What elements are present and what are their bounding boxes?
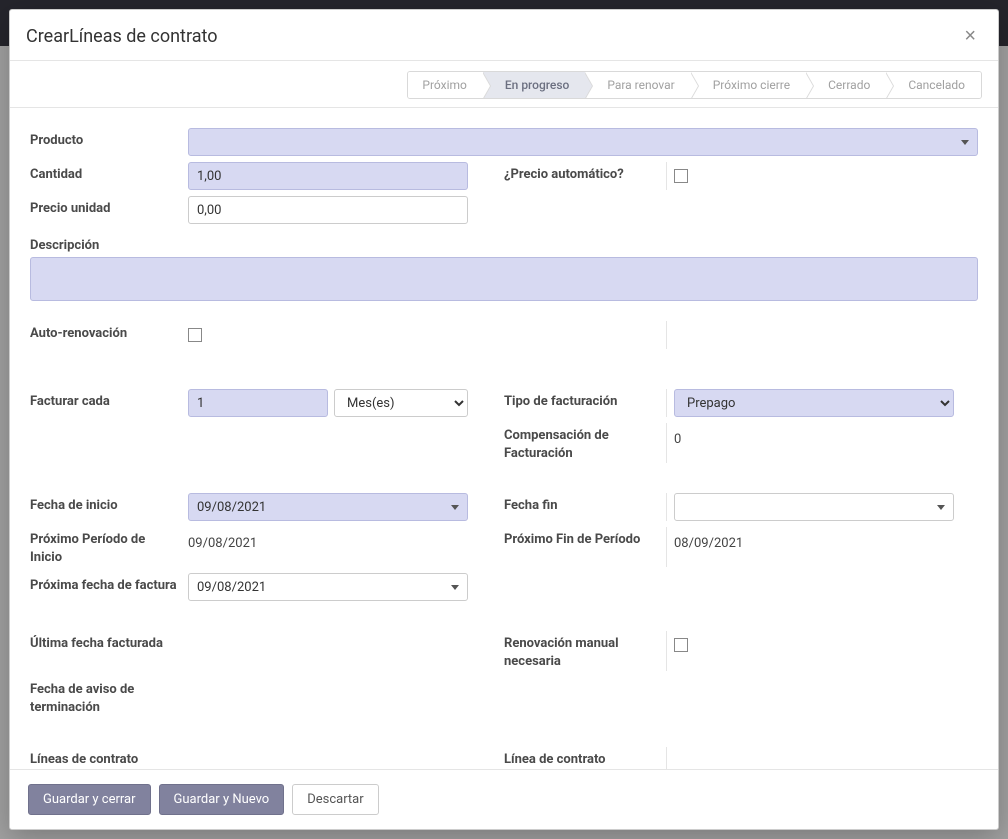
chevron-down-icon — [937, 505, 945, 510]
label-linea-predecesora: Líneas de contrato predecesora — [30, 747, 188, 769]
label-precio-automatico: ¿Precio automático? — [504, 162, 654, 184]
label-proximo-periodo-inicio: Próximo Período de Inicio — [30, 527, 188, 567]
fecha-fin-datepicker[interactable] — [674, 493, 954, 521]
status-step-proximo-cierre[interactable]: Próximo cierre — [691, 72, 806, 98]
close-button[interactable]: × — [958, 24, 982, 48]
status-step-en-progreso[interactable]: En progreso — [483, 72, 585, 98]
close-icon: × — [964, 25, 976, 47]
descripcion-textarea[interactable] — [30, 257, 978, 301]
row-ultima-renovacion: Última fecha facturada Renovación manual… — [30, 631, 978, 671]
row-cantidad-precioauto: Cantidad ¿Precio automático? — [30, 162, 978, 190]
label-tipo-facturacion: Tipo de facturación — [504, 389, 654, 411]
label-fecha-inicio: Fecha de inicio — [30, 493, 188, 515]
proxima-fecha-factura-datepicker[interactable]: 09/08/2021 — [188, 573, 468, 601]
fecha-inicio-value: 09/08/2021 — [197, 500, 266, 515]
row-proximo-periodo: Próximo Período de Inicio 09/08/2021 Pró… — [30, 527, 978, 567]
row-auto-renovacion: Auto-renovación — [30, 321, 978, 349]
status-step-cancelado[interactable]: Cancelado — [886, 72, 981, 98]
label-proximo-fin-periodo: Próximo Fin de Período — [504, 527, 654, 549]
status-bar: Próximo En progreso Para renovar Próximo… — [10, 61, 998, 108]
row-lineas-pred-suc: Líneas de contrato predecesora Línea de … — [30, 747, 978, 769]
save-and-close-button[interactable]: Guardar y cerrar — [28, 784, 151, 815]
label-ultima-fecha-facturada: Última fecha facturada — [30, 631, 188, 653]
modal-body: Producto Cantidad ¿Precio automático? — [10, 108, 998, 769]
row-descripcion: Descripción — [30, 238, 978, 305]
status-step-cerrado[interactable]: Cerrado — [806, 72, 886, 98]
status-step-proximo[interactable]: Próximo — [408, 72, 482, 98]
label-facturar-cada: Facturar cada — [30, 389, 188, 411]
row-facturar-tipo: Facturar cada Mes(es) Tipo de facturació… — [30, 389, 978, 417]
create-contract-line-modal: CrearLíneas de contrato × Próximo En pro… — [9, 9, 999, 830]
chevron-down-icon — [451, 585, 459, 590]
row-precio-unidad: Precio unidad — [30, 196, 978, 224]
row-fecha-aviso-terminacion: Fecha de aviso de terminación — [30, 677, 978, 717]
modal-footer: Guardar y cerrar Guardar y Nuevo Descart… — [10, 769, 998, 829]
label-proxima-fecha-factura: Próxima fecha de factura — [30, 573, 188, 595]
chevron-down-icon — [451, 505, 459, 510]
auto-renovacion-checkbox[interactable] — [188, 328, 202, 342]
facturar-cada-unit-select[interactable]: Mes(es) — [334, 389, 468, 417]
label-fecha-aviso-terminacion: Fecha de aviso de terminación — [30, 677, 188, 717]
proxima-fecha-factura-value: 09/08/2021 — [197, 580, 266, 595]
label-fecha-fin: Fecha fin — [504, 493, 654, 515]
row-proxima-fecha-factura: Próxima fecha de factura 09/08/2021 — [30, 573, 978, 601]
proximo-periodo-inicio-value: 09/08/2021 — [188, 532, 257, 551]
label-descripcion: Descripción — [30, 238, 978, 253]
modal-header: CrearLíneas de contrato × — [10, 10, 998, 61]
tipo-facturacion-select[interactable]: Prepago — [674, 389, 954, 417]
facturar-cada-number-input[interactable] — [188, 389, 328, 417]
row-producto: Producto — [30, 128, 978, 156]
label-producto: Producto — [30, 128, 188, 156]
renovacion-manual-checkbox[interactable] — [674, 638, 688, 652]
save-and-new-button[interactable]: Guardar y Nuevo — [159, 784, 285, 815]
precio-automatico-checkbox[interactable] — [674, 169, 688, 183]
label-cantidad: Cantidad — [30, 162, 188, 184]
status-steps: Próximo En progreso Para renovar Próximo… — [407, 71, 982, 99]
label-auto-renovacion: Auto-renovación — [30, 321, 188, 343]
label-precio-unidad: Precio unidad — [30, 196, 188, 218]
chevron-down-icon — [961, 140, 969, 145]
row-fecha-inicio-fin: Fecha de inicio 09/08/2021 Fecha fin — [30, 493, 978, 521]
precio-unidad-input[interactable] — [188, 196, 468, 224]
proximo-fin-periodo-value: 08/09/2021 — [674, 532, 743, 551]
producto-select[interactable] — [188, 128, 978, 156]
row-compensacion: Compensación de Facturación 0 — [30, 423, 978, 463]
label-linea-sucesor: Línea de contrato sucesor — [504, 747, 654, 769]
discard-button[interactable]: Descartar — [292, 784, 378, 815]
modal-title: CrearLíneas de contrato — [26, 26, 217, 47]
fecha-inicio-datepicker[interactable]: 09/08/2021 — [188, 493, 468, 521]
compensacion-facturacion-value: 0 — [674, 428, 681, 447]
label-renovacion-manual: Renovación manual necesaria — [504, 631, 654, 671]
cantidad-input[interactable] — [188, 162, 468, 190]
status-step-para-renovar[interactable]: Para renovar — [585, 72, 690, 98]
label-compensacion-facturacion: Compensación de Facturación — [504, 423, 654, 463]
